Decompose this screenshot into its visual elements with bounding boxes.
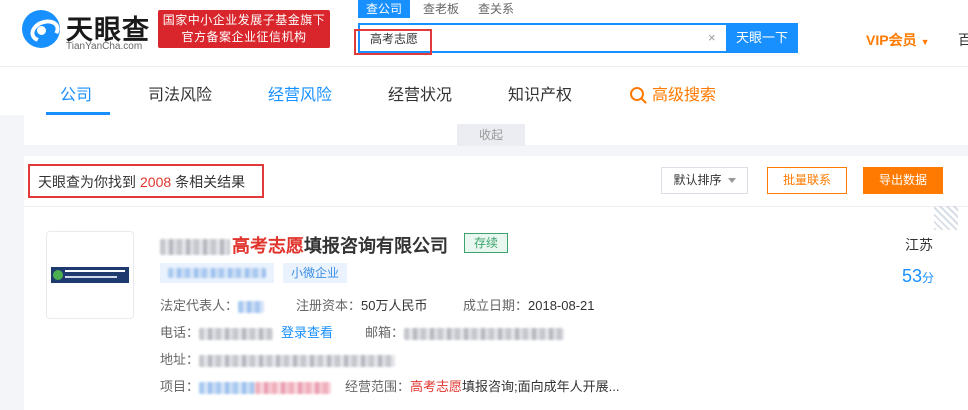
redacted-tag [160, 263, 274, 283]
founded-label: 成立日期： [463, 298, 529, 313]
batch-contact-button[interactable]: 批量联系 [767, 167, 847, 194]
phone-label: 电话： [160, 325, 200, 340]
logo-subtext-line [65, 276, 117, 278]
chevron-down-icon: ▼ [920, 37, 930, 47]
redacted-project-1[interactable] [199, 381, 256, 394]
collapse-button[interactable]: 收起 [457, 124, 525, 146]
sort-label: 默认排序 [673, 173, 722, 187]
tab-judicial-risk[interactable]: 司法风险 [148, 81, 212, 105]
address-row: 地址： [160, 349, 396, 368]
clipped-menu-item[interactable]: 百 [958, 30, 968, 50]
main-nav: 公司 司法风险 经营风险 经营状况 知识产权 高级搜索 [0, 67, 968, 115]
advanced-search-link[interactable]: 高级搜索 [630, 81, 716, 105]
phone-row: 电话： 登录查看 [160, 322, 333, 341]
banner-line-1: 国家中小企业发展子基金旗下 [162, 13, 326, 27]
tab-ip[interactable]: 知识产权 [508, 81, 572, 105]
redacted-project-2[interactable] [255, 381, 332, 394]
score-unit: 分 [922, 271, 935, 285]
official-banner[interactable]: 国家中小企业发展子基金旗下 官方备案企业征信机构 [158, 10, 330, 48]
tianyancha-logo[interactable]: 天眼查 TianYanCha.com [22, 8, 152, 56]
redacted-name-prefix [160, 239, 230, 256]
project-row: 项目： [160, 376, 332, 395]
email-row: 邮箱： [365, 322, 565, 341]
tab-search-company[interactable]: 查公司 [358, 0, 411, 18]
company-logo-band [51, 267, 129, 283]
redacted-address [199, 354, 396, 367]
legal-rep-label: 法定代表人： [160, 298, 239, 313]
company-name-suffix: 填报咨询有限公司 [304, 236, 448, 256]
capital-label: 注册资本： [296, 298, 362, 313]
company-score[interactable]: 53分 [902, 266, 934, 287]
qr-code-icon[interactable] [934, 206, 958, 230]
eye-logo-icon [22, 10, 60, 48]
banner-line-2: 官方备案企业征信机构 [181, 30, 307, 44]
search-button[interactable]: 天眼一下 [726, 23, 798, 53]
logo-text-line [65, 270, 125, 272]
scope-keyword: 高考志愿 [410, 379, 463, 394]
redacted-legal-rep[interactable] [238, 300, 265, 313]
tab-operation-risk[interactable]: 经营风险 [268, 81, 332, 105]
score-value: 53 [902, 266, 923, 286]
clear-icon[interactable]: × [708, 30, 716, 45]
vip-menu[interactable]: VIP会员 ▼ [866, 30, 930, 50]
redacted-tag-text [168, 268, 266, 278]
tab-company[interactable]: 公司 [60, 81, 92, 105]
tab-search-boss[interactable]: 查老板 [423, 0, 459, 18]
founded-row: 成立日期：2018-08-21 [463, 295, 595, 314]
scope-text: 填报咨询;面向成年人开展... [462, 379, 620, 394]
capital-value: 50万人民币 [361, 298, 428, 313]
project-label: 项目： [160, 379, 200, 394]
scope-row: 经营范围：高考志愿填报咨询;面向成年人开展... [345, 376, 619, 395]
query-highlight-box [354, 29, 432, 55]
result-count-highlight-box [28, 164, 264, 198]
tab-search-relation[interactable]: 查关系 [478, 0, 514, 18]
advanced-search-label: 高级搜索 [652, 87, 717, 104]
redacted-phone [199, 327, 274, 340]
capital-row: 注册资本：50万人民币 [296, 295, 427, 314]
company-tag[interactable]: 小微企业 [283, 263, 347, 283]
login-to-view-link[interactable]: 登录查看 [281, 325, 333, 340]
address-label: 地址： [160, 352, 200, 367]
founded-value: 2018-08-21 [528, 298, 595, 313]
status-badge: 存续 [464, 233, 508, 253]
export-data-button[interactable]: 导出数据 [863, 167, 943, 194]
tab-operation-status[interactable]: 经营状况 [388, 81, 452, 105]
company-logo[interactable] [46, 231, 134, 319]
company-emblem-icon [53, 270, 63, 280]
region-label: 江苏 [905, 237, 933, 253]
redacted-email [404, 327, 565, 340]
caret-down-icon [727, 178, 736, 184]
company-name-keyword: 高考志愿 [232, 236, 304, 256]
legal-rep-row: 法定代表人： [160, 295, 265, 314]
scope-label: 经营范围： [345, 379, 411, 394]
vip-label: VIP会员 [866, 32, 917, 48]
logo-domain: TianYanCha.com [66, 41, 143, 52]
search-icon [630, 87, 644, 101]
company-name-link[interactable]: 高考志愿填报咨询有限公司 [160, 232, 448, 258]
email-label: 邮箱： [365, 325, 405, 340]
sort-dropdown[interactable]: 默认排序 [661, 167, 748, 194]
